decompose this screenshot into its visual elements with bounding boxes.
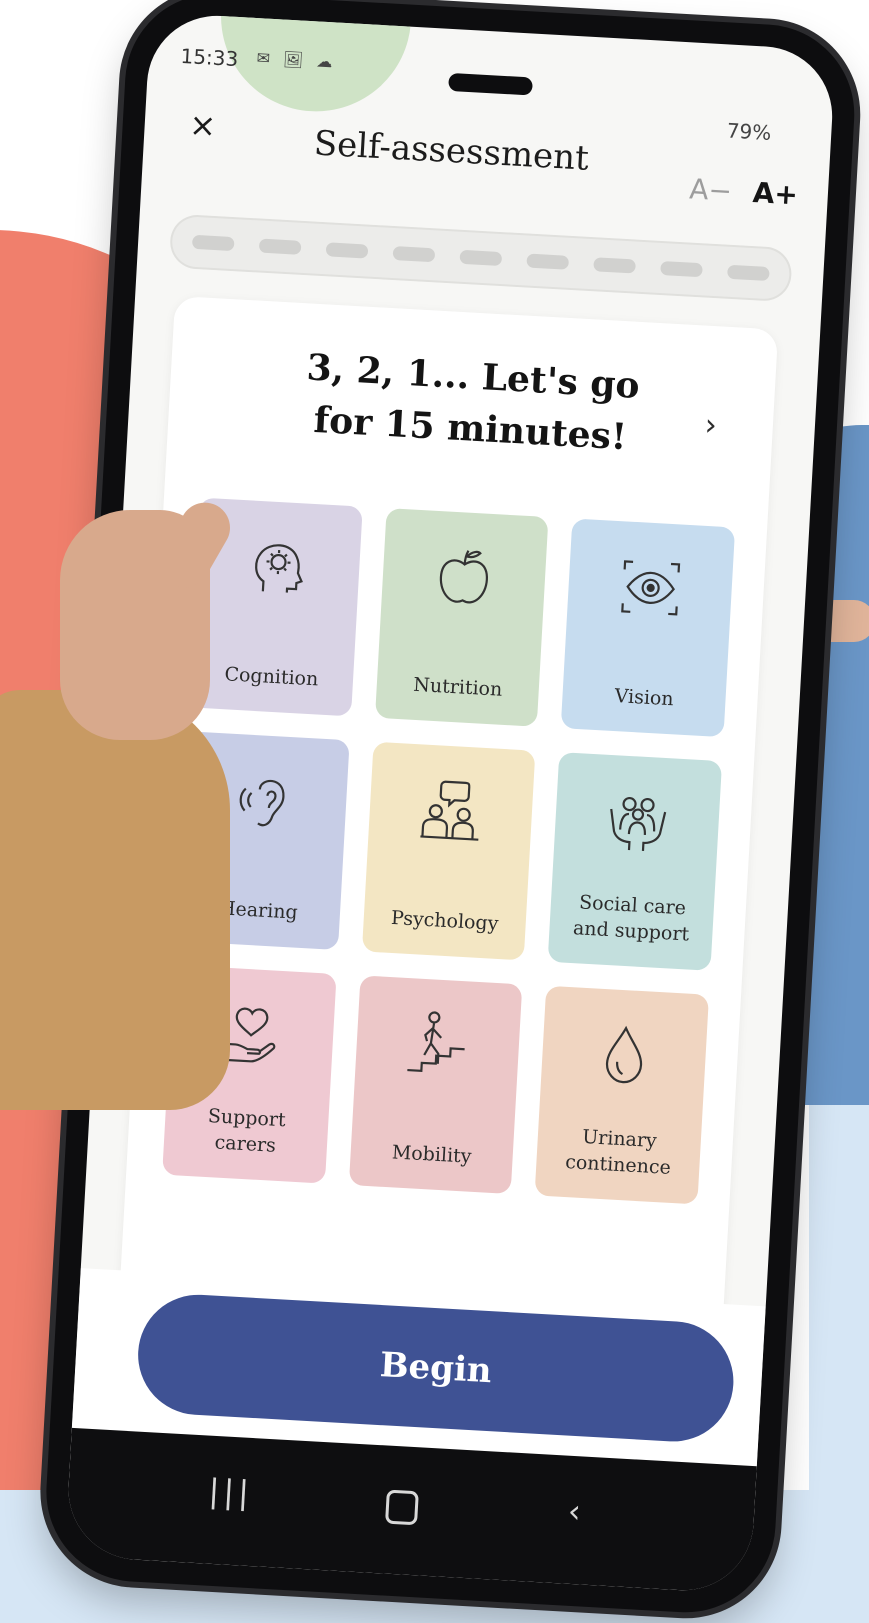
close-button[interactable]: × [182,104,224,146]
intro-heading: 3, 2, 1... Let's go for 15 minutes! [167,334,776,472]
progress-segment [325,242,369,259]
progress-indicator [168,213,793,303]
head-gear-icon [255,544,304,593]
progress-segment [191,234,235,252]
tile-label: Nutrition [412,673,503,701]
tile-label: Social care and support [572,891,690,946]
people-talk-icon [420,780,479,841]
progress-segment [392,246,436,263]
stairs-person-icon [407,1011,465,1073]
eye-icon [620,560,680,616]
tile-social-care[interactable]: Social care and support [547,752,723,971]
ear-icon [239,779,285,827]
page-title: Self-assessment [312,123,590,179]
person-left-arm [0,690,230,1110]
tile-label: Vision [614,685,675,711]
tile-mobility[interactable]: Mobility [348,975,523,1195]
tile-label: Cognition [223,663,319,691]
back-button[interactable]: ‹ [567,1492,582,1531]
drop-icon [605,1025,642,1084]
home-button[interactable] [385,1489,419,1526]
apple-icon [439,550,488,604]
notification-icons: ✉ 🖼 ☁ [256,48,337,72]
progress-segment [727,264,770,282]
domain-grid: Cognition Nutrition Vision Hearing Psych… [162,497,736,1205]
decrease-font-button[interactable]: A− [688,172,732,207]
tile-nutrition[interactable]: Nutrition [374,508,549,727]
tile-label: Psychology [390,906,500,935]
progress-segment [258,238,302,255]
progress-segment [660,260,703,278]
status-time: 15:33 [179,43,239,72]
tile-label: Support carers [207,1105,287,1157]
tile-urinary-continence[interactable]: Urinary continence [534,985,710,1205]
tile-vision[interactable]: Vision [561,518,736,738]
tile-label: Mobility [391,1141,473,1168]
progress-segment [459,249,503,267]
group-hands-icon [609,796,666,851]
tile-label: Urinary continence [564,1125,672,1179]
tile-psychology[interactable]: Psychology [361,741,536,961]
progress-segment [593,257,636,274]
increase-font-button[interactable]: A+ [752,176,799,211]
progress-segment [526,253,570,270]
begin-button[interactable]: Begin [134,1291,737,1445]
chevron-right-icon[interactable]: › [704,408,718,444]
recents-button[interactable]: ||| [208,1472,254,1512]
background-blue-side-shape [809,1090,869,1510]
